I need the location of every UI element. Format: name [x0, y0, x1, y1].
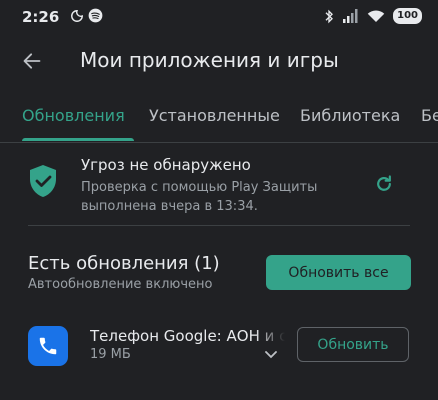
status-right-icons: 100: [323, 8, 422, 24]
app-name-fade: [255, 322, 285, 346]
updates-title: Есть обновления (1): [28, 253, 220, 274]
expand-details-button[interactable]: [262, 346, 280, 364]
protect-title: Угроз не обнаружено: [81, 156, 251, 174]
refresh-button[interactable]: [370, 170, 398, 198]
chevron-down-icon: [265, 351, 277, 359]
protect-description: Проверка с помощью Play Защиты выполнена…: [81, 180, 318, 214]
tab-beta[interactable]: Бе: [421, 106, 438, 125]
spotify-icon: [88, 8, 103, 23]
refresh-icon: [377, 175, 391, 191]
back-button[interactable]: [18, 47, 46, 75]
page-title: Мои приложения и игры: [80, 48, 339, 72]
battery-icon: 100: [393, 8, 422, 24]
moon-icon: [71, 9, 83, 22]
app-icon-phone[interactable]: [28, 326, 68, 366]
tab-bar: Обновления Установленные Библиотека Бе: [0, 98, 438, 143]
arrow-back-icon: [23, 53, 41, 69]
bluetooth-icon: [325, 9, 334, 23]
phone-icon: [39, 337, 57, 355]
signal-icon: [343, 9, 358, 23]
wifi-icon: [367, 10, 385, 22]
app-size: 19 МБ: [90, 347, 131, 362]
shield-check-icon: [30, 165, 56, 197]
update-app-button[interactable]: Обновить: [297, 327, 409, 362]
tab-updates[interactable]: Обновления: [22, 106, 125, 125]
status-time: 2:26: [22, 8, 60, 26]
divider: [28, 225, 410, 226]
auto-update-status: Автообновление включено: [28, 277, 213, 292]
active-tab-indicator: [22, 138, 134, 141]
status-left-icons: [70, 8, 103, 23]
tab-library[interactable]: Библиотека: [300, 106, 400, 125]
update-all-button[interactable]: Обновить все: [266, 255, 411, 290]
tab-installed[interactable]: Установленные: [149, 106, 280, 125]
